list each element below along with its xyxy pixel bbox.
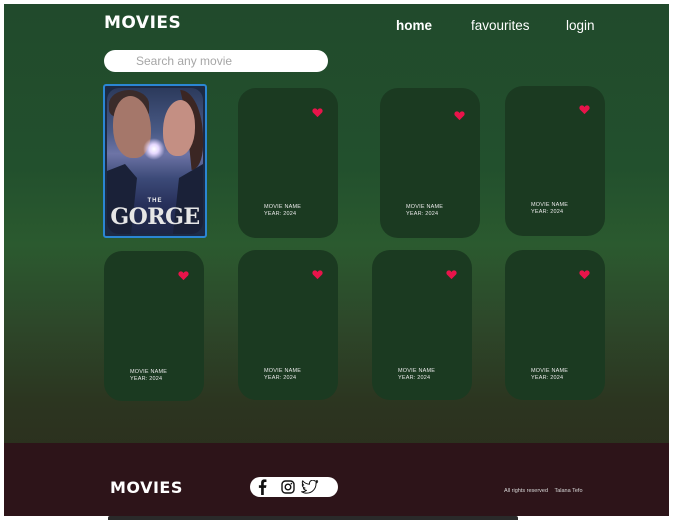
movie-year: YEAR: 2024 bbox=[130, 376, 163, 382]
rights-text: All rights reserved bbox=[504, 488, 549, 494]
heart-icon[interactable] bbox=[446, 269, 457, 280]
heart-icon[interactable] bbox=[579, 104, 590, 115]
scrollbar[interactable] bbox=[108, 516, 518, 520]
twitter-icon[interactable] bbox=[301, 480, 319, 494]
movie-name: MOVIE NAME bbox=[130, 369, 168, 375]
heart-icon[interactable] bbox=[178, 270, 189, 281]
movie-year: YEAR: 2024 bbox=[264, 211, 297, 217]
movie-poster-image: THE GORGE bbox=[107, 88, 203, 234]
movie-year: YEAR: 2024 bbox=[531, 209, 564, 215]
facebook-icon[interactable] bbox=[256, 479, 268, 495]
movie-card[interactable]: MOVIE NAME YEAR: 2024 bbox=[238, 88, 338, 238]
movie-card[interactable]: MOVIE NAME YEAR: 2024 bbox=[372, 250, 472, 400]
heart-icon[interactable] bbox=[312, 107, 323, 118]
movie-card[interactable]: MOVIE NAME YEAR: 2024 bbox=[505, 250, 605, 400]
nav-login[interactable]: login bbox=[566, 18, 595, 33]
heart-icon[interactable] bbox=[579, 269, 590, 280]
movie-name: MOVIE NAME bbox=[406, 204, 444, 210]
movie-name: MOVIE NAME bbox=[531, 368, 569, 374]
app-frame: MOVIES home favourites login THE GORGE M… bbox=[4, 4, 669, 516]
movie-name: MOVIE NAME bbox=[398, 368, 436, 374]
movie-year: YEAR: 2024 bbox=[531, 375, 564, 381]
heart-icon[interactable] bbox=[454, 110, 465, 121]
footer-brand[interactable]: MOVIES bbox=[110, 478, 183, 497]
search-input[interactable] bbox=[104, 50, 328, 72]
brand-logo[interactable]: MOVIES bbox=[104, 13, 181, 33]
movie-name: MOVIE NAME bbox=[264, 368, 302, 374]
movie-name: MOVIE NAME bbox=[531, 202, 569, 208]
heart-icon[interactable] bbox=[312, 269, 323, 280]
movie-year: YEAR: 2024 bbox=[398, 375, 431, 381]
movie-card[interactable]: MOVIE NAME YEAR: 2024 bbox=[505, 86, 605, 236]
movie-year: YEAR: 2024 bbox=[264, 375, 297, 381]
author-text: Talana Tefo bbox=[554, 488, 583, 494]
movie-card[interactable]: MOVIE NAME YEAR: 2024 bbox=[380, 88, 480, 238]
movie-card[interactable]: MOVIE NAME YEAR: 2024 bbox=[104, 251, 204, 401]
movie-name: MOVIE NAME bbox=[264, 204, 302, 210]
footer-copyright: All rights reserved Talana Tefo bbox=[504, 488, 588, 494]
movie-card[interactable]: MOVIE NAME YEAR: 2024 bbox=[238, 250, 338, 400]
nav-favourites[interactable]: favourites bbox=[471, 18, 530, 33]
movie-card-poster[interactable]: THE GORGE bbox=[103, 84, 207, 238]
poster-title: GORGE bbox=[110, 204, 200, 230]
site-footer: MOVIES All rights reserved Talana Tefo bbox=[4, 443, 669, 516]
movie-year: YEAR: 2024 bbox=[406, 211, 439, 217]
instagram-icon[interactable] bbox=[281, 480, 295, 494]
social-links bbox=[250, 477, 338, 497]
nav-home[interactable]: home bbox=[396, 18, 432, 33]
